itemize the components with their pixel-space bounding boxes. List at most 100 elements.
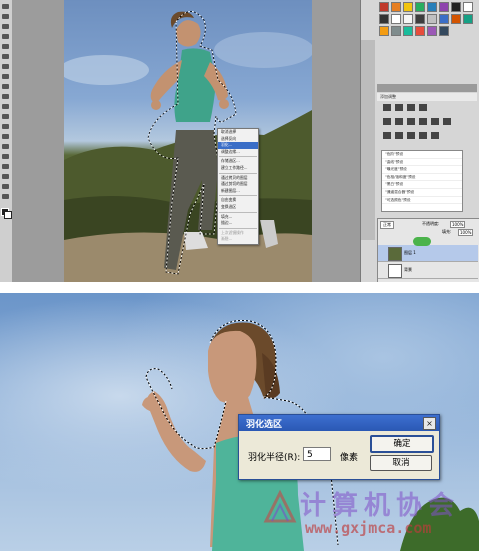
dialog-title-bar[interactable]: 羽化选区 × (239, 415, 439, 431)
swatch[interactable] (439, 14, 449, 24)
curves-icon[interactable] (407, 104, 415, 111)
swatch[interactable] (403, 2, 413, 12)
cancel-button[interactable]: 取消 (370, 455, 432, 471)
path-select-tool-icon[interactable] (2, 154, 9, 159)
zoom-tool-icon[interactable] (2, 194, 9, 199)
vibrance-icon[interactable] (383, 118, 391, 125)
panel-dock-icons[interactable] (361, 40, 375, 240)
adjustment-presets-list[interactable]: "色阶"预设 "曲线"预设 "曝光度"预设 "色相/饱和度"预设 "黑白"预设 … (381, 150, 463, 212)
preset-curves[interactable]: "曲线"预设 (382, 159, 462, 167)
swatch[interactable] (379, 14, 389, 24)
close-icon[interactable]: × (423, 417, 436, 430)
selective-color-icon[interactable] (431, 132, 439, 139)
swatch[interactable] (463, 14, 473, 24)
menu-item-feather[interactable]: 羽化... (218, 142, 258, 149)
hand-tool-icon[interactable] (2, 184, 9, 189)
preset-levels[interactable]: "色阶"预设 (382, 151, 462, 159)
brightness-icon[interactable] (383, 104, 391, 111)
adjustments-panel-tab[interactable] (377, 84, 477, 92)
shape-tool-icon[interactable] (2, 164, 9, 169)
history-brush-tool-icon[interactable] (2, 94, 9, 99)
document-canvas[interactable]: 取消选择 选择反向 羽化... 调整边缘... 存储选区... 建立工作路径..… (12, 0, 360, 282)
dodge-tool-icon[interactable] (2, 124, 9, 129)
swatch[interactable] (391, 2, 401, 12)
quick-select-tool-icon[interactable] (2, 34, 9, 39)
preset-hue-saturation[interactable]: "色相/饱和度"预设 (382, 174, 462, 182)
menu-item-make-work-path[interactable]: 建立工作路径... (218, 165, 258, 172)
swatch[interactable] (439, 2, 449, 12)
photo-filter-icon[interactable] (431, 118, 439, 125)
marquee-tool-icon[interactable] (2, 14, 9, 19)
swatch[interactable] (391, 14, 401, 24)
swatch[interactable] (427, 14, 437, 24)
color-balance-icon[interactable] (407, 118, 415, 125)
exposure-icon[interactable] (419, 104, 427, 111)
swatch[interactable] (403, 26, 413, 36)
swatch[interactable] (451, 2, 461, 12)
swatch[interactable] (415, 2, 425, 12)
lasso-tool-icon[interactable] (2, 24, 9, 29)
posterize-icon[interactable] (395, 132, 403, 139)
menu-item-free-transform[interactable]: 自由变换 (218, 197, 258, 204)
swatch[interactable] (427, 2, 437, 12)
swatch[interactable] (415, 26, 425, 36)
swatch[interactable] (403, 14, 413, 24)
swatch[interactable] (379, 2, 389, 12)
hue-saturation-icon[interactable] (395, 118, 403, 125)
layers-panel[interactable]: 正常 不透明度: 100% 填充: 100% 图层 1 背景 (377, 218, 479, 282)
layer-row[interactable]: 图层 1 (378, 245, 478, 262)
gradient-tool-icon[interactable] (2, 114, 9, 119)
runner-photo[interactable] (64, 0, 312, 282)
feather-radius-input[interactable]: 5 (303, 447, 331, 461)
swatch[interactable] (439, 26, 449, 36)
stamp-tool-icon[interactable] (2, 84, 9, 89)
invert-icon[interactable] (383, 132, 391, 139)
layer-thumbnail (388, 264, 402, 278)
menu-item-stroke[interactable]: 描边... (218, 220, 258, 227)
swatch[interactable] (379, 26, 389, 36)
blend-mode-select[interactable]: 正常 (380, 221, 394, 229)
menu-item-select-inverse[interactable]: 选择反向 (218, 136, 258, 143)
pen-tool-icon[interactable] (2, 134, 9, 139)
preset-exposure[interactable]: "曝光度"预设 (382, 166, 462, 174)
menu-item-deselect[interactable]: 取消选择 (218, 129, 258, 136)
swatches-panel[interactable] (377, 0, 477, 38)
swatch[interactable] (415, 14, 425, 24)
preset-selective-color[interactable]: "可选颜色"预设 (382, 197, 462, 205)
swatch[interactable] (451, 14, 461, 24)
menu-item-layer-via-copy[interactable]: 通过拷贝的图层 (218, 175, 258, 182)
background-color-swatch[interactable] (4, 211, 12, 219)
menu-item-layer-via-cut[interactable]: 通过剪切的图层 (218, 181, 258, 188)
swatch[interactable] (463, 2, 473, 12)
levels-icon[interactable] (395, 104, 403, 111)
crop-tool-icon[interactable] (2, 44, 9, 49)
menu-separator (219, 195, 257, 197)
gradient-map-icon[interactable] (419, 132, 427, 139)
context-menu[interactable]: 取消选择 选择反向 羽化... 调整边缘... 存储选区... 建立工作路径..… (217, 128, 259, 245)
channel-mixer-icon[interactable] (443, 118, 451, 125)
opacity-value[interactable]: 100% (450, 221, 466, 228)
preset-black-white[interactable]: "黑白"预设 (382, 181, 462, 189)
brush-tool-icon[interactable] (2, 74, 9, 79)
swatch[interactable] (427, 26, 437, 36)
preset-channel-mixer[interactable]: "通道混合器"预设 (382, 189, 462, 197)
feather-selection-dialog[interactable]: 羽化选区 × 羽化半径(R): 5 像素 确定 取消 (238, 414, 440, 480)
menu-item-transform-selection[interactable]: 变换选区 (218, 204, 258, 211)
type-tool-icon[interactable] (2, 144, 9, 149)
swatch[interactable] (391, 26, 401, 36)
eyedropper-tool-icon[interactable] (2, 54, 9, 59)
menu-item-fill[interactable]: 填充... (218, 214, 258, 221)
adjustment-icons[interactable] (381, 102, 461, 146)
fill-value[interactable]: 100% (458, 229, 474, 236)
move-tool-icon[interactable] (2, 4, 9, 9)
healing-tool-icon[interactable] (2, 64, 9, 69)
3d-tool-icon[interactable] (2, 174, 9, 179)
menu-item-save-selection[interactable]: 存储选区... (218, 158, 258, 165)
menu-item-refine-edge[interactable]: 调整边缘... (218, 149, 258, 156)
black-white-icon[interactable] (419, 118, 427, 125)
layer-row[interactable]: 背景 (378, 262, 478, 279)
threshold-icon[interactable] (407, 132, 415, 139)
eraser-tool-icon[interactable] (2, 104, 9, 109)
menu-item-new-layer[interactable]: 新建图层... (218, 188, 258, 195)
ok-button[interactable]: 确定 (370, 435, 434, 453)
